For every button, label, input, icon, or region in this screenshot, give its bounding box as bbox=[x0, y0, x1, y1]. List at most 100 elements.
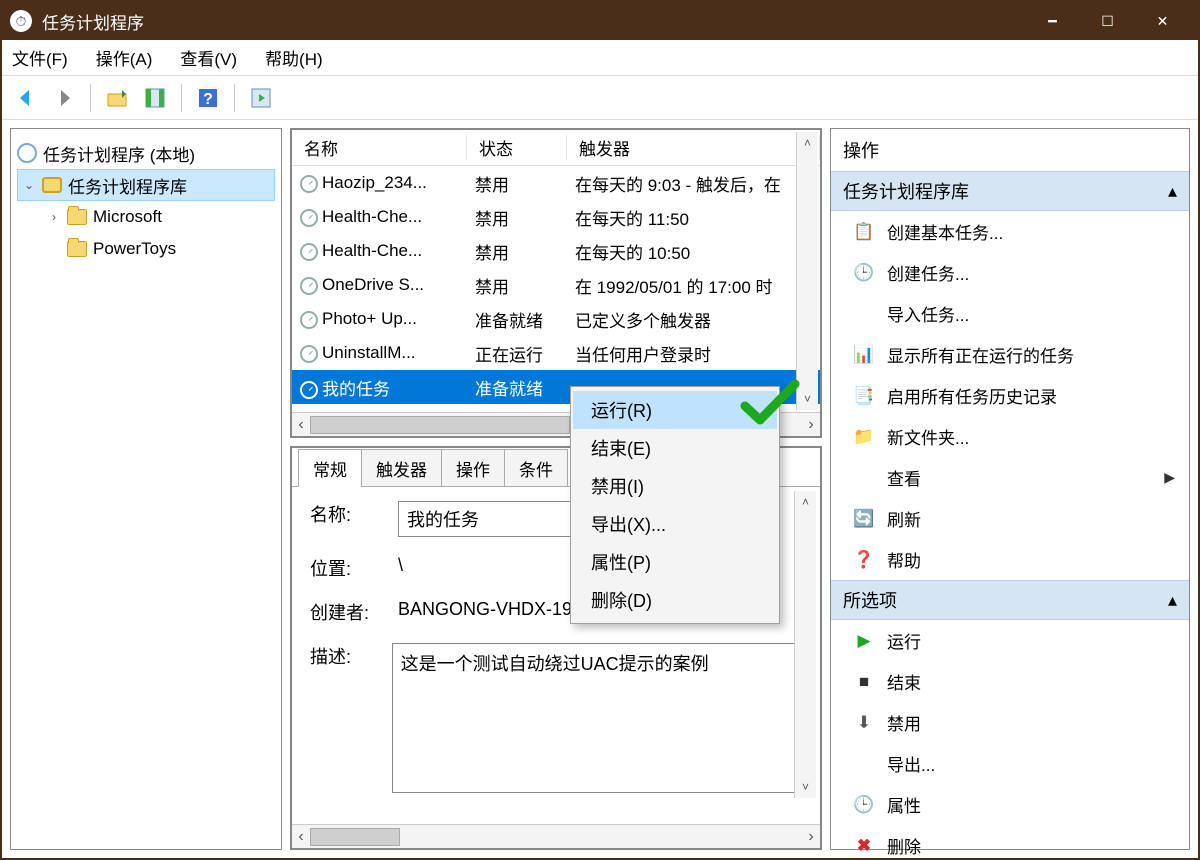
action-item[interactable]: 查看▶ bbox=[831, 457, 1189, 498]
task-row[interactable]: Haozip_234...禁用在每天的 9:03 - 触发后，在 bbox=[292, 166, 820, 200]
menu-action[interactable]: 操作(A) bbox=[96, 45, 153, 70]
col-status[interactable]: 状态 bbox=[467, 135, 567, 160]
author-label: 创建者: bbox=[310, 599, 380, 625]
action-item[interactable]: 📁新文件夹... bbox=[831, 416, 1189, 457]
menu-file[interactable]: 文件(F) bbox=[12, 45, 68, 70]
task-row[interactable]: Health-Che...禁用在每天的 10:50 bbox=[292, 234, 820, 268]
scroll-left-icon[interactable]: ‹ bbox=[292, 828, 310, 846]
titlebar[interactable]: ⏱ 任务计划程序 ━ ☐ ✕ bbox=[2, 2, 1198, 40]
scroll-right-icon[interactable]: › bbox=[802, 828, 820, 846]
action-label: 刷新 bbox=[887, 506, 921, 531]
context-menu-item[interactable]: 属性(P) bbox=[573, 543, 777, 581]
scroll-down-icon[interactable]: ˅ bbox=[802, 780, 809, 794]
horizontal-scrollbar[interactable]: ‹ › bbox=[292, 824, 820, 848]
action-item[interactable]: 📑启用所有任务历史记录 bbox=[831, 375, 1189, 416]
maximize-button[interactable]: ☐ bbox=[1080, 2, 1135, 40]
actions-section2: ▶运行 ■ 结束 ⬇禁用导出...🕒属性 ✖ 删除 bbox=[831, 620, 1189, 858]
name-label: 名称: bbox=[310, 501, 380, 527]
scheduler-icon bbox=[42, 177, 62, 193]
action-label: 新文件夹... bbox=[887, 424, 969, 449]
action-item[interactable]: 📊显示所有正在运行的任务 bbox=[831, 334, 1189, 375]
description-input[interactable]: 这是一个测试自动绕过UAC提示的案例 bbox=[392, 643, 802, 793]
menu-help[interactable]: 帮助(H) bbox=[265, 45, 323, 70]
app-title: 任务计划程序 bbox=[42, 9, 1025, 34]
list-header: 名称 状态 触发器 bbox=[292, 130, 820, 166]
action-item[interactable]: ❓帮助 bbox=[831, 539, 1189, 580]
tree-panel[interactable]: 任务计划程序 (本地) ⌄ 任务计划程序库 › Microsoft PowerT… bbox=[10, 128, 282, 850]
expand-icon[interactable]: › bbox=[47, 210, 61, 224]
tree-child-powertoys[interactable]: PowerToys bbox=[17, 233, 275, 265]
actions-section2-title[interactable]: 所选项 ▴ bbox=[831, 580, 1189, 620]
tab-general[interactable]: 常规 bbox=[298, 449, 362, 487]
collapse-icon[interactable]: ▴ bbox=[1168, 181, 1177, 202]
actions-section1-title[interactable]: 任务计划程序库 ▴ bbox=[831, 171, 1189, 211]
action-icon: ❓ bbox=[853, 550, 875, 570]
col-name[interactable]: 名称 bbox=[292, 135, 467, 160]
tree-library-label: 任务计划程序库 bbox=[68, 173, 187, 198]
scroll-thumb[interactable] bbox=[310, 416, 570, 434]
action-item[interactable]: 📋 创建基本任务... bbox=[831, 211, 1189, 252]
task-row[interactable]: UninstallM...正在运行当任何用户登录时 bbox=[292, 336, 820, 370]
vertical-scrollbar[interactable]: ˄ ˅ bbox=[794, 491, 816, 798]
tree-library[interactable]: ⌄ 任务计划程序库 bbox=[17, 169, 275, 201]
checkmark-annotation bbox=[740, 378, 800, 433]
field-description: 描述: 这是一个测试自动绕过UAC提示的案例 bbox=[310, 643, 802, 793]
forward-button[interactable] bbox=[48, 82, 80, 114]
tab-conditions[interactable]: 条件 bbox=[504, 449, 568, 487]
properties-button[interactable] bbox=[139, 82, 171, 114]
action-item[interactable]: ⬇禁用 bbox=[831, 702, 1189, 743]
task-row[interactable]: Photo+ Up...准备就绪已定义多个触发器 bbox=[292, 302, 820, 336]
action-item[interactable]: ▶运行 bbox=[831, 620, 1189, 661]
tree-root[interactable]: 任务计划程序 (本地) bbox=[17, 137, 275, 169]
clock-icon bbox=[300, 243, 318, 261]
action-item[interactable]: 导出... bbox=[831, 743, 1189, 784]
context-menu-item[interactable]: 禁用(I) bbox=[573, 467, 777, 505]
action-label: 结束 bbox=[887, 669, 921, 694]
scroll-left-icon[interactable]: ‹ bbox=[292, 416, 310, 434]
app-icon: ⏱ bbox=[10, 10, 32, 32]
action-label: 删除 bbox=[887, 833, 921, 858]
scroll-down-icon[interactable]: ˅ bbox=[804, 392, 811, 406]
task-row[interactable]: OneDrive S...禁用在 1992/05/01 的 17:00 时 bbox=[292, 268, 820, 302]
action-item[interactable]: 🔄刷新 bbox=[831, 498, 1189, 539]
context-menu-item[interactable]: 导出(X)... bbox=[573, 505, 777, 543]
help-button[interactable]: ? bbox=[192, 82, 224, 114]
scroll-right-icon[interactable]: › bbox=[802, 416, 820, 434]
back-button[interactable] bbox=[10, 82, 42, 114]
context-menu-item[interactable]: 删除(D) bbox=[573, 581, 777, 619]
close-button[interactable]: ✕ bbox=[1135, 2, 1190, 40]
action-icon: 📋 bbox=[853, 222, 875, 242]
tree-child-label: PowerToys bbox=[93, 239, 176, 259]
action-item[interactable]: 🕒属性 bbox=[831, 784, 1189, 825]
minimize-button[interactable]: ━ bbox=[1025, 2, 1080, 40]
scroll-thumb[interactable] bbox=[310, 828, 400, 846]
action-icon: ■ bbox=[853, 672, 875, 692]
tree-child-microsoft[interactable]: › Microsoft bbox=[17, 201, 275, 233]
action-item[interactable]: 🕒创建任务... bbox=[831, 252, 1189, 293]
action-label: 属性 bbox=[887, 792, 921, 817]
vertical-scrollbar[interactable]: ˄ ˅ bbox=[796, 132, 818, 410]
action-label: 创建基本任务... bbox=[887, 219, 1003, 244]
menu-view[interactable]: 查看(V) bbox=[180, 45, 237, 70]
tab-triggers[interactable]: 触发器 bbox=[361, 449, 442, 487]
svg-text:?: ? bbox=[203, 91, 213, 108]
task-row[interactable]: Health-Che...禁用在每天的 11:50 bbox=[292, 200, 820, 234]
action-icon: ✖ bbox=[853, 836, 875, 856]
col-trigger[interactable]: 触发器 bbox=[567, 135, 820, 160]
actions-header: 操作 bbox=[831, 129, 1189, 171]
menubar: 文件(F) 操作(A) 查看(V) 帮助(H) bbox=[2, 40, 1198, 76]
up-button[interactable] bbox=[101, 82, 133, 114]
refresh-button[interactable] bbox=[245, 82, 277, 114]
action-item[interactable]: ✖ 删除 bbox=[831, 825, 1189, 858]
action-item[interactable]: 导入任务... bbox=[831, 293, 1189, 334]
action-label: 创建任务... bbox=[887, 260, 969, 285]
action-item[interactable]: ■ 结束 bbox=[831, 661, 1189, 702]
action-label: 禁用 bbox=[887, 710, 921, 735]
scroll-up-icon[interactable]: ˄ bbox=[804, 136, 811, 150]
scroll-up-icon[interactable]: ˄ bbox=[802, 495, 809, 509]
collapse-icon[interactable]: ⌄ bbox=[22, 178, 36, 192]
context-menu-item[interactable]: 结束(E) bbox=[573, 429, 777, 467]
collapse-icon[interactable]: ▴ bbox=[1168, 590, 1177, 611]
tab-actions[interactable]: 操作 bbox=[441, 449, 505, 487]
action-icon: 📊 bbox=[853, 345, 875, 365]
